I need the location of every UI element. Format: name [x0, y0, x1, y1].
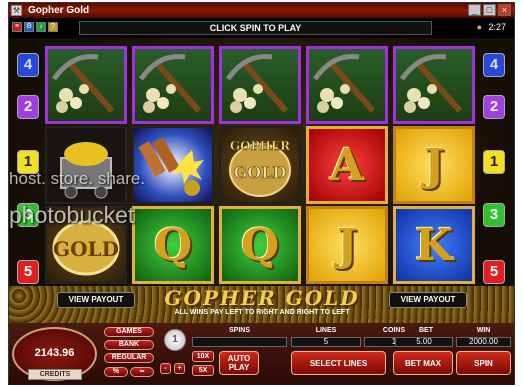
game-window: ⚒ Gopher Gold _ □ × ≡ ⚙ ♪ ? CLICK SPIN T…	[8, 2, 515, 385]
reel-symbol-king: K	[393, 206, 475, 284]
reel-symbol-jack: J	[393, 126, 475, 204]
pickaxe-icon	[399, 53, 463, 113]
coins-icon: ●	[476, 22, 482, 32]
payline-left-2[interactable]: 2	[17, 95, 39, 119]
reel-symbol-pickaxe	[306, 46, 388, 124]
reel-symbol-jack: J	[306, 206, 388, 284]
gopher-gold-logo-icon: GOPHER GOLD	[229, 139, 291, 197]
card-letter: Q	[240, 219, 280, 271]
reel-symbol-gopher-gold: GOPHER GOLD	[219, 126, 301, 204]
spins-value	[192, 337, 287, 347]
clock: 2:27	[488, 22, 506, 32]
win-value: 2000.00	[456, 337, 511, 347]
payline-left-4[interactable]: 4	[17, 53, 39, 77]
pickaxe-icon	[138, 53, 202, 113]
reel-symbol-pickaxe	[393, 46, 475, 124]
reel-symbol-pickaxe	[132, 46, 214, 124]
dynamite-icon	[138, 137, 204, 196]
lines-label: LINES	[315, 327, 337, 334]
games-button[interactable]: GAMES	[104, 327, 154, 337]
mine-cart-icon	[60, 142, 112, 199]
pickaxe-icon	[312, 53, 376, 113]
card-letter: K	[414, 219, 454, 271]
autoplay-10x-button[interactable]: 10X	[192, 351, 214, 362]
minimize-button[interactable]: _	[468, 4, 481, 16]
card-letter: A	[329, 139, 365, 191]
sound-icon[interactable]: ♪	[36, 22, 46, 32]
reel-symbol-queen: Q	[219, 206, 301, 284]
maximize-button[interactable]: □	[483, 4, 496, 16]
payline-left-5[interactable]: 5	[17, 260, 39, 284]
credits-display: 2143.96 CREDITS	[12, 327, 97, 381]
payline-right-4[interactable]: 4	[483, 53, 505, 77]
regular-button[interactable]: REGULAR	[104, 353, 154, 363]
reel-symbol-ace: A	[306, 126, 388, 204]
payline-right-1[interactable]: 1	[483, 150, 505, 174]
reel-symbol-mine-cart	[45, 126, 127, 204]
bet-value: 5.00	[395, 337, 453, 347]
reel-area: 4 2 1 3 5 4 2 1 3 5 GOPHER GOLD A J GOLD…	[9, 38, 514, 323]
reel-symbol-queen: Q	[132, 206, 214, 284]
percent-button[interactable]: %	[104, 367, 128, 377]
card-letter: J	[336, 219, 358, 271]
credits-label: CREDITS	[28, 369, 82, 380]
close-button[interactable]: ×	[498, 4, 511, 16]
payline-right-3[interactable]: 3	[483, 203, 505, 227]
menu-icon[interactable]: ≡	[12, 22, 22, 32]
watermark-logo: photobucket	[9, 202, 135, 228]
coin-size-selector[interactable]: 1	[164, 329, 186, 351]
card-letter: Q	[153, 219, 193, 271]
options-icon[interactable]: ⚙	[24, 22, 34, 32]
watermark-tagline: host. store. share.	[9, 169, 146, 188]
payline-right-5[interactable]: 5	[483, 260, 505, 284]
spins-label: SPINS	[228, 327, 250, 334]
svg-text:GOLD: GOLD	[234, 163, 287, 182]
coin-minus-button[interactable]: -	[160, 363, 171, 374]
svg-text:GOPHER: GOPHER	[230, 139, 291, 153]
wins-info-text: ALL WINS PAY LEFT TO RIGHT AND RIGHT TO …	[174, 309, 350, 316]
app-icon: ⚒	[11, 5, 22, 16]
select-lines-button[interactable]: SELECT LINES	[291, 351, 386, 375]
spin-button[interactable]: SPIN	[456, 351, 511, 375]
autoplay-5x-button[interactable]: 5X	[192, 365, 214, 376]
pickaxe-icon	[225, 53, 289, 113]
reel-symbol-pickaxe	[219, 46, 301, 124]
message-bar: ≡ ⚙ ♪ ? CLICK SPIN TO PLAY ● 2:27	[9, 18, 514, 38]
view-payout-button-left[interactable]: VIEW PAYOUT	[57, 292, 135, 308]
help-icon[interactable]: ?	[48, 22, 58, 32]
bank-button[interactable]: BANK	[104, 340, 154, 350]
lines-value: 5	[291, 337, 361, 347]
title-bar: ⚒ Gopher Gold _ □ ×	[9, 3, 514, 18]
bet-label: BET	[419, 327, 433, 334]
reel-symbol-dynamite	[132, 126, 214, 204]
pickaxe-icon	[51, 53, 115, 113]
game-logo: GOPHER GOLD	[164, 286, 360, 310]
card-letter: J	[423, 139, 445, 191]
window-title: Gopher Gold	[28, 5, 90, 16]
payline-right-2[interactable]: 2	[483, 95, 505, 119]
status-message: CLICK SPIN TO PLAY	[79, 21, 432, 35]
coin-plus-button[interactable]: +	[174, 363, 185, 374]
reel-symbol-pickaxe	[45, 46, 127, 124]
control-panel: 2143.96 CREDITS GAMES BANK REGULAR % ∞ 1…	[9, 323, 514, 385]
view-payout-button-right[interactable]: VIEW PAYOUT	[389, 292, 467, 308]
credits-value: 2143.96	[34, 347, 75, 359]
win-label: WIN	[476, 327, 491, 334]
infinity-icon[interactable]: ∞	[130, 367, 154, 377]
autoplay-button[interactable]: AUTO PLAY	[219, 351, 259, 375]
bet-max-button[interactable]: BET MAX	[393, 351, 453, 375]
svg-text:GOLD: GOLD	[53, 237, 119, 261]
